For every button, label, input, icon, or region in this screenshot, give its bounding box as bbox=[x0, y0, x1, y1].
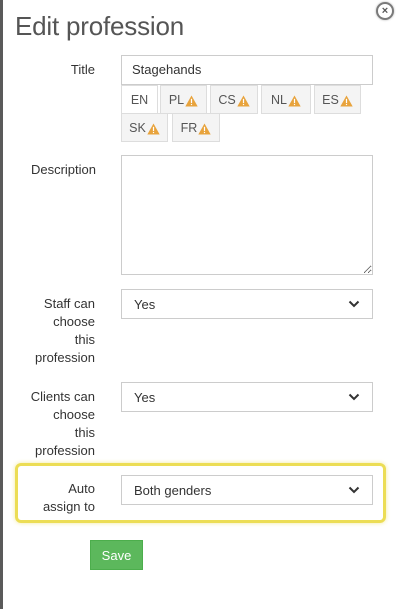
tab-lang-pl[interactable]: PL bbox=[160, 85, 207, 114]
auto-assign-select[interactable]: Both genders bbox=[121, 475, 373, 505]
select-value: Both genders bbox=[134, 482, 212, 498]
description-textarea[interactable] bbox=[121, 155, 373, 275]
clients-choose-select[interactable]: Yes bbox=[121, 382, 373, 412]
warning-icon bbox=[185, 95, 198, 107]
tab-label: CS bbox=[218, 92, 236, 107]
tab-label: SK bbox=[129, 120, 146, 135]
close-glyph: × bbox=[381, 4, 389, 17]
label-line: this bbox=[74, 332, 95, 347]
chevron-down-icon bbox=[348, 300, 360, 308]
warning-icon bbox=[198, 123, 212, 135]
label-line: choose bbox=[53, 314, 95, 329]
tab-label: ES bbox=[322, 92, 339, 107]
tab-lang-cs[interactable]: CS bbox=[210, 85, 258, 114]
tab-lang-es[interactable]: ES bbox=[314, 85, 361, 114]
dialog-title: Edit profession bbox=[15, 11, 184, 41]
chevron-down-icon bbox=[348, 393, 360, 401]
label-line: choose bbox=[53, 407, 95, 422]
tab-label: EN bbox=[130, 92, 149, 107]
title-label: Title bbox=[70, 62, 95, 77]
label-line: Clients can bbox=[30, 389, 95, 404]
auto-assign-label: Auto assign to bbox=[10, 480, 95, 516]
tab-lang-fr[interactable]: FR bbox=[172, 113, 220, 142]
tab-label: FR bbox=[180, 120, 198, 135]
warning-icon bbox=[236, 95, 250, 107]
tab-label: NL bbox=[271, 92, 287, 107]
tab-lang-sk[interactable]: SK bbox=[121, 113, 168, 142]
label-line: Staff can bbox=[43, 296, 95, 311]
label-line: this bbox=[74, 425, 95, 440]
description-label: Description bbox=[30, 162, 96, 177]
warning-icon bbox=[147, 123, 160, 135]
label-line: profession bbox=[35, 350, 95, 365]
staff-choose-label: Staff can choose this profession bbox=[10, 295, 95, 367]
tab-lang-en[interactable]: EN bbox=[121, 85, 158, 114]
chevron-down-icon bbox=[348, 486, 360, 494]
tab-lang-nl[interactable]: NL bbox=[261, 85, 311, 114]
tab-label: PL bbox=[168, 92, 185, 107]
save-button[interactable]: Save bbox=[90, 540, 143, 570]
label-line: Auto bbox=[68, 481, 95, 496]
warning-icon bbox=[340, 95, 353, 107]
title-input[interactable]: Stagehands bbox=[121, 55, 373, 85]
window-left-edge bbox=[0, 0, 3, 609]
warning-icon bbox=[288, 95, 301, 107]
select-value: Yes bbox=[134, 296, 156, 312]
close-icon[interactable]: × bbox=[376, 2, 394, 20]
label-line: profession bbox=[35, 443, 95, 458]
select-value: Yes bbox=[134, 389, 156, 405]
staff-choose-select[interactable]: Yes bbox=[121, 289, 373, 319]
clients-choose-label: Clients can choose this profession bbox=[10, 388, 95, 460]
label-line: assign to bbox=[42, 499, 95, 514]
